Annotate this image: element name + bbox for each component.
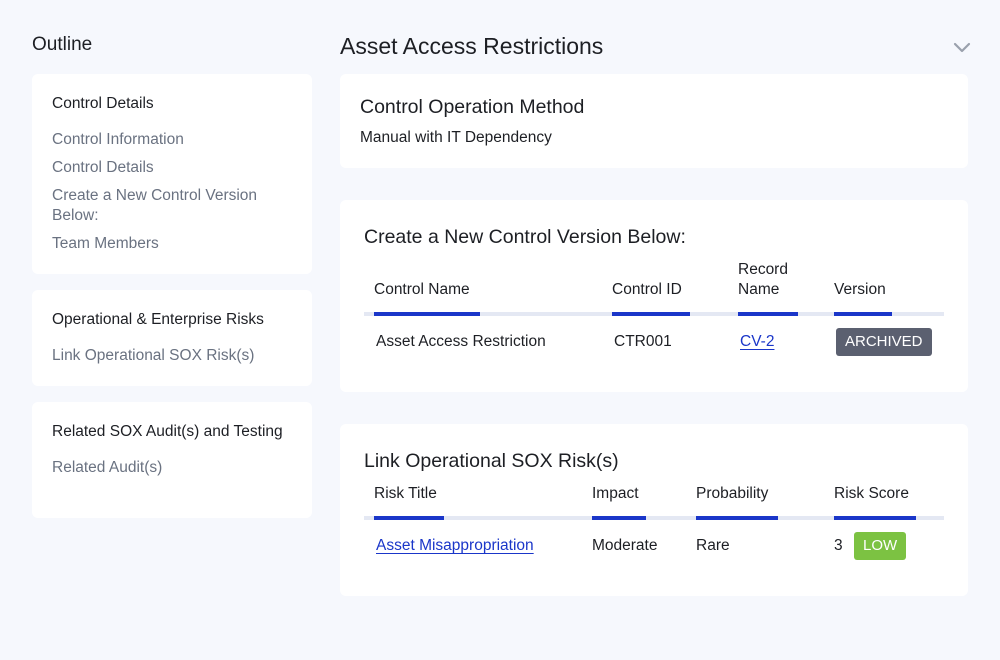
record-name-link[interactable]: CV-2 <box>740 332 774 352</box>
cell-probability: Rare <box>696 537 730 554</box>
version-status-badge: ARCHIVED <box>836 328 932 356</box>
outline-link-control-details[interactable]: Control Details <box>52 158 292 178</box>
column-header-control-id: Control ID <box>612 281 682 298</box>
operation-method-value: Manual with IT Dependency <box>360 129 552 146</box>
column-header-control-name: Control Name <box>374 281 470 298</box>
outline-link-team-members[interactable]: Team Members <box>52 234 292 254</box>
column-header-record-name: Record Name <box>738 260 808 300</box>
outline-group-audits: Related SOX Audit(s) and Testing Related… <box>32 402 312 518</box>
column-header-record-name-label: Record Name <box>738 261 788 298</box>
versions-header-accent-record-name <box>738 312 798 316</box>
risk-title-link[interactable]: Asset Misappropriation <box>376 536 534 556</box>
outline-link-control-information[interactable]: Control Information <box>52 130 292 150</box>
control-versions-card: Create a New Control Version Below: Cont… <box>340 200 968 392</box>
operation-method-card: Control Operation Method Manual with IT … <box>340 74 968 168</box>
column-header-version: Version <box>834 281 886 298</box>
cell-control-id: CTR001 <box>614 333 672 350</box>
versions-header-divider <box>364 312 944 316</box>
cell-risk-score: 3 <box>834 537 843 554</box>
control-versions-title: Create a New Control Version Below: <box>364 226 686 248</box>
outline-title: Outline <box>32 34 93 55</box>
outline-heading-risks: Operational & Enterprise Risks <box>52 311 264 328</box>
outline-link-sox-risks[interactable]: Link Operational SOX Risk(s) <box>52 346 292 366</box>
outline-link-related-audits[interactable]: Related Audit(s) <box>52 458 292 478</box>
column-header-impact: Impact <box>592 485 639 502</box>
chevron-down-icon[interactable] <box>952 41 972 60</box>
risks-header-accent-impact <box>592 516 646 520</box>
operation-method-title: Control Operation Method <box>360 96 585 118</box>
versions-header-accent-control-name <box>374 312 480 316</box>
column-header-risk-title: Risk Title <box>374 485 437 502</box>
versions-header-accent-control-id <box>612 312 690 316</box>
risks-header-divider <box>364 516 944 520</box>
column-header-probability: Probability <box>696 485 769 502</box>
outline-link-create-version[interactable]: Create a New Control Version Below: <box>52 186 292 226</box>
outline-heading-control-details: Control Details <box>52 95 154 112</box>
cell-impact: Moderate <box>592 537 658 554</box>
outline-heading-audits: Related SOX Audit(s) and Testing <box>52 423 283 440</box>
sox-risks-title: Link Operational SOX Risk(s) <box>364 450 619 472</box>
risk-level-badge: LOW <box>854 532 907 560</box>
risks-header-accent-title <box>374 516 444 520</box>
outline-group-risks: Operational & Enterprise Risks Link Oper… <box>32 290 312 386</box>
versions-header-accent-version <box>834 312 892 316</box>
risks-header-accent-probability <box>696 516 778 520</box>
sox-risks-card: Link Operational SOX Risk(s) Risk Title … <box>340 424 968 596</box>
page-title: Asset Access Restrictions <box>340 33 604 59</box>
cell-control-name: Asset Access Restriction <box>376 333 546 350</box>
risks-header-accent-score <box>834 516 916 520</box>
outline-group-control-details: Control Details Control Information Cont… <box>32 74 312 274</box>
column-header-risk-score: Risk Score <box>834 485 909 502</box>
